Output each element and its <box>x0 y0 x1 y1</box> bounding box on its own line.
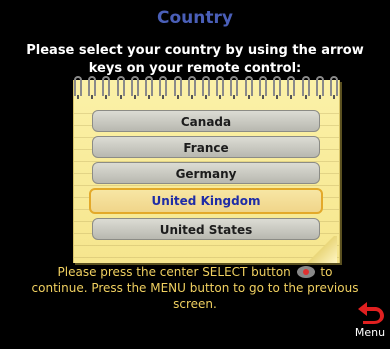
country-list: Canada France Germany United Kingdom Uni… <box>89 110 323 244</box>
binding-ring <box>74 76 82 99</box>
binding-ring <box>187 76 196 99</box>
instructions-text: Please select your country by using the … <box>26 43 364 76</box>
select-button-icon <box>296 266 315 278</box>
binding-ring <box>258 76 267 99</box>
binding-ring <box>301 76 310 99</box>
binding-ring <box>287 76 296 99</box>
country-option-france[interactable]: France <box>92 136 320 158</box>
binding-ring <box>201 76 210 99</box>
binding-ring <box>145 76 154 99</box>
binding-ring <box>116 76 125 99</box>
country-option-canada[interactable]: Canada <box>92 110 320 132</box>
binding-ring <box>88 76 97 99</box>
binding-ring <box>230 76 239 99</box>
footer-text-before: Please press the center SELECT button <box>57 265 291 279</box>
back-arrow-icon <box>358 302 384 324</box>
menu-button[interactable]: Menu <box>350 300 390 345</box>
binding-ring <box>159 76 168 99</box>
menu-label: Menu <box>354 326 386 339</box>
binding-ring <box>173 76 182 99</box>
notepad-binding <box>70 76 342 100</box>
binding-ring <box>130 76 139 99</box>
country-option-united-states[interactable]: United States <box>92 218 320 240</box>
footer-instructions: Please press the center SELECT button to… <box>30 264 360 312</box>
binding-ring <box>315 76 324 99</box>
binding-ring <box>273 76 282 99</box>
page-title: Country <box>157 8 233 28</box>
country-option-germany[interactable]: Germany <box>92 162 320 184</box>
country-option-united-kingdom[interactable]: United Kingdom <box>89 188 323 214</box>
binding-ring <box>244 76 253 99</box>
binding-ring <box>102 76 111 99</box>
binding-ring <box>216 76 225 99</box>
binding-ring <box>329 76 338 99</box>
